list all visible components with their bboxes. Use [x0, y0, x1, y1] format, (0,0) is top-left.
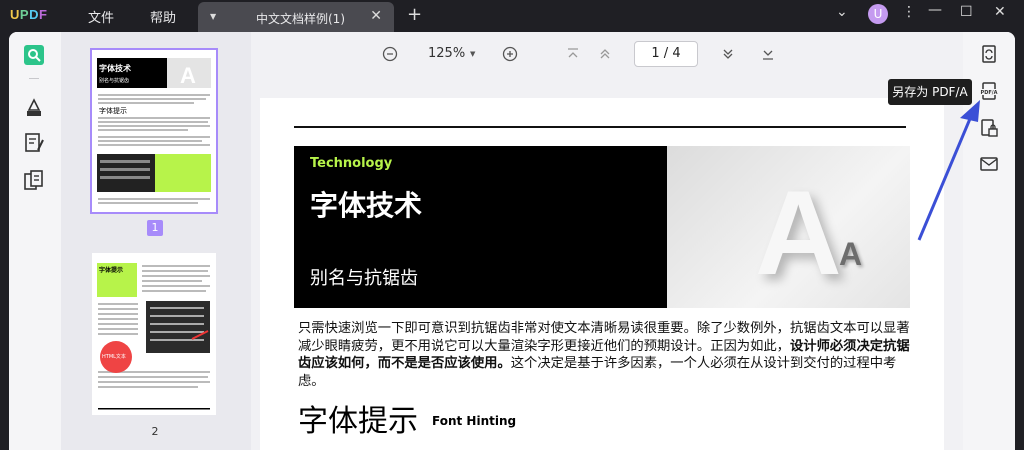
page-number-input[interactable]: 1 / 4: [634, 41, 698, 67]
thumbnail-page-1-preview: A: [97, 58, 211, 204]
left-toolbar: [9, 32, 61, 450]
thumbnail-page-1[interactable]: A 字体技术 别名与抗锯齿 字体提示: [90, 48, 218, 214]
menu-file[interactable]: 文件: [88, 7, 114, 26]
title-bar: UPDF 文件 帮助 ▼ 中文文档样例(1) ✕ + ⌄ U ⋮ — ☐ ✕: [0, 0, 1024, 32]
thumbnail-page-2[interactable]: 字体提示 HTML文本: [92, 253, 216, 415]
thumbnail-page-1-heading: 字体提示: [99, 107, 127, 115]
tab-dropdown-icon[interactable]: ▼: [210, 12, 216, 21]
thumbnail-page-1-title: 字体技术: [99, 64, 131, 73]
body-paragraph: 只需快速浏览一下即可意识到抗锯齿非常对使文本清晰易读很重要。除了少数例外，抗锯齿…: [298, 321, 910, 389]
thumbnail-page-2-preview: [97, 263, 210, 410]
tab-title: 中文文档样例(1): [256, 12, 345, 26]
thumbnail-page-1-number: 1: [147, 220, 163, 236]
page-banner: Technology 字体技术 别名与抗锯齿 A A: [294, 146, 910, 308]
svg-text:A: A: [180, 63, 196, 88]
reader-mode-icon[interactable]: [23, 44, 45, 66]
minimize-icon[interactable]: —: [928, 2, 942, 18]
save-as-pdfa-tooltip: 另存为 PDF/A: [888, 79, 972, 105]
section-heading-en: Font Hinting: [432, 414, 517, 428]
pdf-a-icon[interactable]: PDF/A: [979, 81, 999, 101]
page-top-rule: [294, 126, 906, 128]
new-tab-icon[interactable]: +: [407, 4, 422, 25]
small-letter-a-graphic: A: [839, 236, 863, 272]
previous-page-icon[interactable]: [598, 47, 612, 61]
document-view[interactable]: 125% ▼ 1 / 4 Technology 字体技术 别名与抗锯齿 A A …: [251, 32, 963, 450]
workspace: A 字体技术 别名与抗锯齿 字体提示 1 字体提示 HTML文本 2 125% …: [9, 32, 1015, 450]
zoom-out-icon[interactable]: [382, 46, 398, 62]
zoom-in-icon[interactable]: [502, 46, 518, 62]
first-page-icon[interactable]: [566, 47, 580, 61]
highlighter-icon[interactable]: [23, 96, 45, 118]
banner-title: 字体技术: [310, 189, 423, 222]
pdf-page[interactable]: Technology 字体技术 别名与抗锯齿 A A 只需快速浏览一下即可意识到…: [260, 98, 944, 450]
protect-pdf-icon[interactable]: [979, 118, 999, 138]
thumbnail-panel[interactable]: A 字体技术 别名与抗锯齿 字体提示 1 字体提示 HTML文本 2: [61, 32, 251, 450]
svg-text:PDF/A: PDF/A: [981, 90, 998, 96]
chevron-down-icon[interactable]: ⌄: [836, 4, 848, 20]
next-page-icon[interactable]: [721, 47, 735, 61]
zoom-dropdown-icon[interactable]: ▼: [470, 50, 475, 58]
edit-pdf-icon[interactable]: [23, 132, 45, 154]
view-toolbar: 125% ▼ 1 / 4: [251, 32, 963, 80]
banner-image-letter-a: A A: [667, 146, 910, 308]
zoom-level[interactable]: 125%: [428, 46, 465, 61]
thumbnail-page-2-title: 字体提示: [99, 267, 124, 274]
thumbnail-page-1-subtitle: 别名与抗锯齿: [99, 78, 130, 84]
maximize-icon[interactable]: ☐: [960, 4, 973, 20]
document-tab[interactable]: ▼ 中文文档样例(1) ✕: [198, 2, 394, 32]
toolbar-divider: [29, 78, 39, 79]
banner-subtitle: 别名与抗锯齿: [310, 268, 418, 289]
thumbnail-page-2-html-label: HTML文本: [102, 354, 126, 360]
section-heading: 字体提示: [298, 404, 418, 439]
organize-pages-icon[interactable]: [23, 170, 45, 192]
email-share-icon[interactable]: [979, 154, 999, 174]
avatar[interactable]: U: [868, 4, 888, 24]
last-page-icon[interactable]: [761, 47, 775, 61]
close-window-icon[interactable]: ✕: [994, 4, 1006, 20]
convert-pdf-icon[interactable]: [979, 44, 999, 64]
updf-logo: UPDF: [10, 7, 48, 22]
banner-kicker: Technology: [310, 156, 393, 171]
menu-help[interactable]: 帮助: [150, 7, 176, 26]
banner-black-panel: Technology 字体技术 别名与抗锯齿: [294, 146, 667, 308]
more-icon[interactable]: ⋮: [902, 4, 916, 20]
large-letter-a-graphic: A: [755, 166, 842, 300]
thumbnail-page-2-number: 2: [151, 425, 159, 438]
tab-close-icon[interactable]: ✕: [370, 8, 382, 24]
